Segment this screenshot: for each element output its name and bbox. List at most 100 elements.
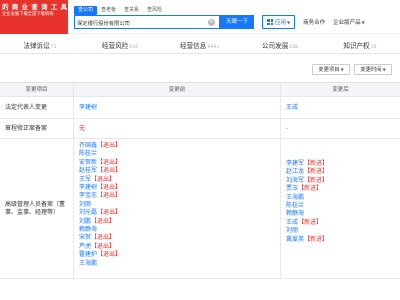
person-link[interactable]: 贾玉	[286, 185, 298, 192]
search-type-tabs: 查公司 查老板 查关系 查风险	[74, 6, 166, 15]
cell-after: -	[280, 119, 400, 138]
table-row: 高级管理人员备案（董事、监事、经理等） 齐国鑫【退出】 陈桂兰 安贺新【退出】 赵桂军…	[0, 139, 400, 279]
person-link[interactable]: 王成	[286, 104, 298, 111]
person-link[interactable]: 安贺新	[79, 159, 97, 166]
list-item: 陈桂兰	[79, 150, 280, 158]
list-item: 霍建护【退出】	[79, 251, 280, 259]
status-tag: 【新进】	[298, 185, 323, 193]
col-header-item: 变更项目	[25, 87, 48, 93]
status-tag: 【新进】	[304, 235, 329, 243]
cell-before: 无	[73, 119, 280, 138]
search-button[interactable]: 天眼一下	[220, 15, 254, 29]
list-item: 王军【退出】	[79, 176, 280, 184]
filter-change-time[interactable]: 变更时间▼	[354, 64, 392, 75]
status-tag: 【新进】	[304, 176, 329, 184]
person-link[interactable]: 李建树	[79, 184, 97, 191]
person-link[interactable]: 王成	[286, 219, 298, 226]
person-link[interactable]: 赵江龙	[286, 168, 304, 175]
status-tag: 【退出】	[97, 184, 122, 192]
top-header: 的 商 业 查 询 工 具 企业发展下载全国下载机构 查公司 查老板 查关系 查…	[0, 0, 400, 34]
nav-operation[interactable]: 经营信息999+	[160, 38, 240, 53]
grid-icon	[267, 19, 273, 25]
list-item: 贾玉【新进】	[286, 185, 400, 193]
col-header-after: 变更后	[280, 83, 400, 96]
app-menu-button[interactable]: 应用 ▼	[262, 15, 296, 29]
change-record-table: 变更项目 变更前 变更后 法定代表人变更 李建树 王成 章程修正案备案 无 - …	[0, 82, 400, 279]
person-link[interactable]: 王海鹏	[286, 194, 304, 201]
person-link[interactable]: 李建军	[286, 160, 304, 167]
chevron-down-icon: ▼	[340, 67, 344, 72]
enterprise-product-link[interactable]: 企业版产品▼	[333, 18, 365, 26]
person-link[interactable]: 王军	[79, 176, 91, 183]
status-tag: 【退出】	[97, 167, 122, 175]
status-tag: 【退出】	[91, 217, 116, 225]
status-tag: 【新进】	[304, 160, 329, 167]
person-link[interactable]: 齐国鑫	[79, 142, 97, 149]
list-item: 刘光磊【退出】	[79, 209, 280, 217]
list-item: 宋贺【退出】	[79, 234, 280, 242]
list-item: 刘丽	[79, 201, 280, 209]
list-item: 赵江龙【新进】	[286, 168, 400, 176]
status-tag: 【退出】	[97, 192, 122, 200]
cell-after-list: 李建军【新进】 赵江龙【新进】 刘海军【新进】 贾玉【新进】 王海鹏 陈桂兰 赖静海 王成【新…	[280, 139, 400, 278]
list-item: 刘海军【新进】	[286, 177, 400, 185]
search-input[interactable]	[77, 17, 209, 28]
app-label: 应用	[275, 20, 287, 26]
cell-before: 李建树	[73, 97, 280, 118]
business-coop-link[interactable]: 商务合作	[303, 18, 325, 26]
person-link[interactable]: 赖静海	[79, 226, 97, 233]
nav-development[interactable]: 公司发展108	[240, 38, 320, 53]
person-link[interactable]: 陈桂兰	[286, 202, 304, 209]
nav-ip[interactable]: 知识产权19	[320, 38, 400, 53]
status-tag: 【退出】	[97, 209, 122, 217]
logo-tagline: 的 商 业 查 询 工 具	[2, 3, 68, 11]
person-link[interactable]: 王海鹏	[79, 260, 97, 267]
list-item: 刘丽	[286, 227, 400, 235]
nav-risk[interactable]: 经营风险104	[80, 38, 160, 53]
tab-risk[interactable]: 查风险	[143, 6, 166, 15]
chevron-down-icon: ▼	[382, 67, 386, 72]
brand-logo[interactable]: 的 商 业 查 询 工 具 企业发展下载全国下载机构	[0, 0, 68, 34]
status-tag: 【退出】	[91, 242, 116, 250]
filter-bar: 变更项目▼ 变更时间▼	[308, 64, 392, 75]
cell-after: 王成	[280, 97, 400, 118]
clear-icon[interactable]: ×	[208, 19, 215, 26]
status-tag: 【新进】	[298, 218, 323, 226]
person-link[interactable]: 陈桂兰	[79, 150, 97, 157]
search-box: ×	[74, 15, 220, 29]
person-link[interactable]: 芦虎	[79, 243, 91, 250]
person-link[interactable]: 刘光磊	[79, 209, 97, 216]
list-item: 王成【新进】	[286, 219, 400, 227]
chevron-down-icon: ▼	[361, 20, 365, 25]
list-item: 刘鹏【退出】	[79, 218, 280, 226]
status-tag: 【退出】	[91, 234, 116, 242]
person-link[interactable]: 赵桂军	[79, 167, 97, 174]
table-row: 章程修正案备案 无 -	[0, 119, 400, 139]
cell-item: 法定代表人变更	[5, 104, 48, 111]
cell-before-list: 齐国鑫【退出】 陈桂兰 安贺新【退出】 赵桂军【退出】 王军【退出】 李建树【退出】 李宝忠…	[73, 139, 280, 278]
person-link[interactable]: 刘海军	[286, 177, 304, 184]
person-link[interactable]: 宋贺	[79, 234, 91, 241]
list-item: 王海鹏	[79, 260, 280, 268]
status-tag: 【退出】	[97, 142, 122, 149]
cell-item: 章程修正案备案	[5, 125, 48, 132]
tab-relation[interactable]: 查关系	[120, 6, 143, 15]
person-link[interactable]: 刘丽	[79, 201, 91, 208]
person-link[interactable]: 刘丽	[286, 227, 298, 234]
person-link[interactable]: 赖静海	[286, 210, 304, 217]
table-row: 法定代表人变更 李建树 王成	[0, 97, 400, 119]
person-link[interactable]: 冀爱英	[286, 236, 304, 243]
filter-change-item[interactable]: 变更项目▼	[312, 64, 350, 75]
tab-boss[interactable]: 查老板	[97, 6, 120, 15]
chevron-down-icon: ▼	[287, 19, 291, 25]
logo-subtitle: 企业发展下载全国下载机构	[2, 12, 54, 17]
person-link[interactable]: 李建树	[79, 104, 97, 111]
cell-item: 高级管理人员备案（董事、监事、经理等）	[5, 200, 66, 216]
person-link[interactable]: 李宝忠	[79, 192, 97, 199]
person-link[interactable]: 霍建护	[79, 251, 97, 258]
tab-company[interactable]: 查公司	[74, 6, 98, 15]
status-tag: 【退出】	[97, 158, 122, 166]
person-link[interactable]: 刘鹏	[79, 218, 91, 225]
nav-legal[interactable]: 法律诉讼71	[0, 38, 80, 53]
list-item: 李宝忠【退出】	[79, 192, 280, 200]
